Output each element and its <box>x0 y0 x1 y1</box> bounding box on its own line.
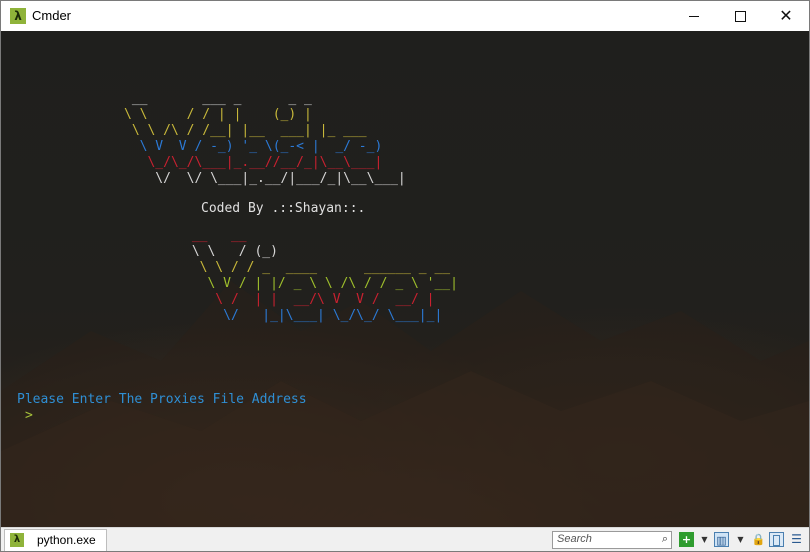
search-input[interactable]: Search ⌕ <box>552 531 672 549</box>
minimize-icon <box>689 15 699 17</box>
terminal-console[interactable]: __ ___ _ _ _ \ \ / / | | (_) | \ \ /\ / … <box>1 31 809 527</box>
viewer-ascii-banner: __ __ \ \ / (_) \ \ / / _ ____ ______ _ … <box>184 228 458 324</box>
ascii-line: __ __ <box>191 228 247 243</box>
lambda-icon[interactable]: λ <box>10 8 26 24</box>
console-tab[interactable]: λ python.exe <box>4 529 107 551</box>
chevron-down-icon[interactable]: ▼ <box>697 532 712 547</box>
input-caret[interactable]: > <box>25 408 33 423</box>
maximize-icon <box>734 10 746 22</box>
search-placeholder: Search <box>557 533 592 545</box>
lambda-icon: λ <box>10 533 24 547</box>
minimize-button[interactable] <box>671 1 717 31</box>
ascii-line: \ \ / / | | (_) | <box>124 107 312 122</box>
ascii-line: \ / | | __/\ V V / __/ | <box>215 292 435 307</box>
ascii-line: \ V V / -_) '_ \(_-< | _/ -_) <box>139 139 383 154</box>
ascii-line: __ ___ _ _ _ <box>131 91 312 106</box>
ascii-line: \ \ / / _ ____ ______ _ __ <box>199 260 451 275</box>
maximize-button[interactable] <box>717 1 763 31</box>
ascii-line: \ \ /\ / /__| |__ ___| |_ ___ <box>131 123 367 138</box>
new-console-button[interactable]: + <box>679 532 694 547</box>
ascii-line: \_/\_/\___|_.__//__/_|\__\___| <box>147 155 383 170</box>
title-bar[interactable]: λ Cmder ✕ <box>1 1 809 31</box>
chevron-down-icon[interactable]: ▼ <box>733 532 748 547</box>
lock-icon[interactable]: 🔒 <box>751 532 766 547</box>
window-title: Cmder <box>32 8 72 23</box>
prompt-text: Please Enter The Proxies File Address <box>17 392 307 407</box>
ascii-line: \/ \/ \___|_.__/|___/_|\__\___| <box>155 171 406 186</box>
split-view-icon[interactable] <box>769 532 784 547</box>
layout-icon[interactable]: ▥ <box>714 532 729 547</box>
ascii-line: \/ |_|\___| \_/\_/ \___|_| <box>223 308 443 323</box>
coded-by-text: Coded By .::Shayan::. <box>201 201 366 216</box>
website-ascii-banner: __ ___ _ _ _ \ \ / / | | (_) | \ \ /\ / … <box>124 91 406 187</box>
search-icon[interactable]: ⌕ <box>662 532 668 546</box>
ascii-line: \ V / | |/ _ \ \ /\ / / _ \ '__| <box>207 276 458 291</box>
menu-icon[interactable]: ☰ <box>789 532 804 547</box>
tab-label: python.exe <box>37 533 96 547</box>
cmder-window: λ Cmder ✕ __ ___ _ _ _ \ \ / / | | (_) |… <box>0 0 810 552</box>
status-bar: λ python.exe Search ⌕ + ▼ ▥ ▼ 🔒 ☰ <box>1 527 809 551</box>
close-button[interactable]: ✕ <box>763 1 809 31</box>
ascii-line: \ \ / (_) <box>191 244 278 259</box>
